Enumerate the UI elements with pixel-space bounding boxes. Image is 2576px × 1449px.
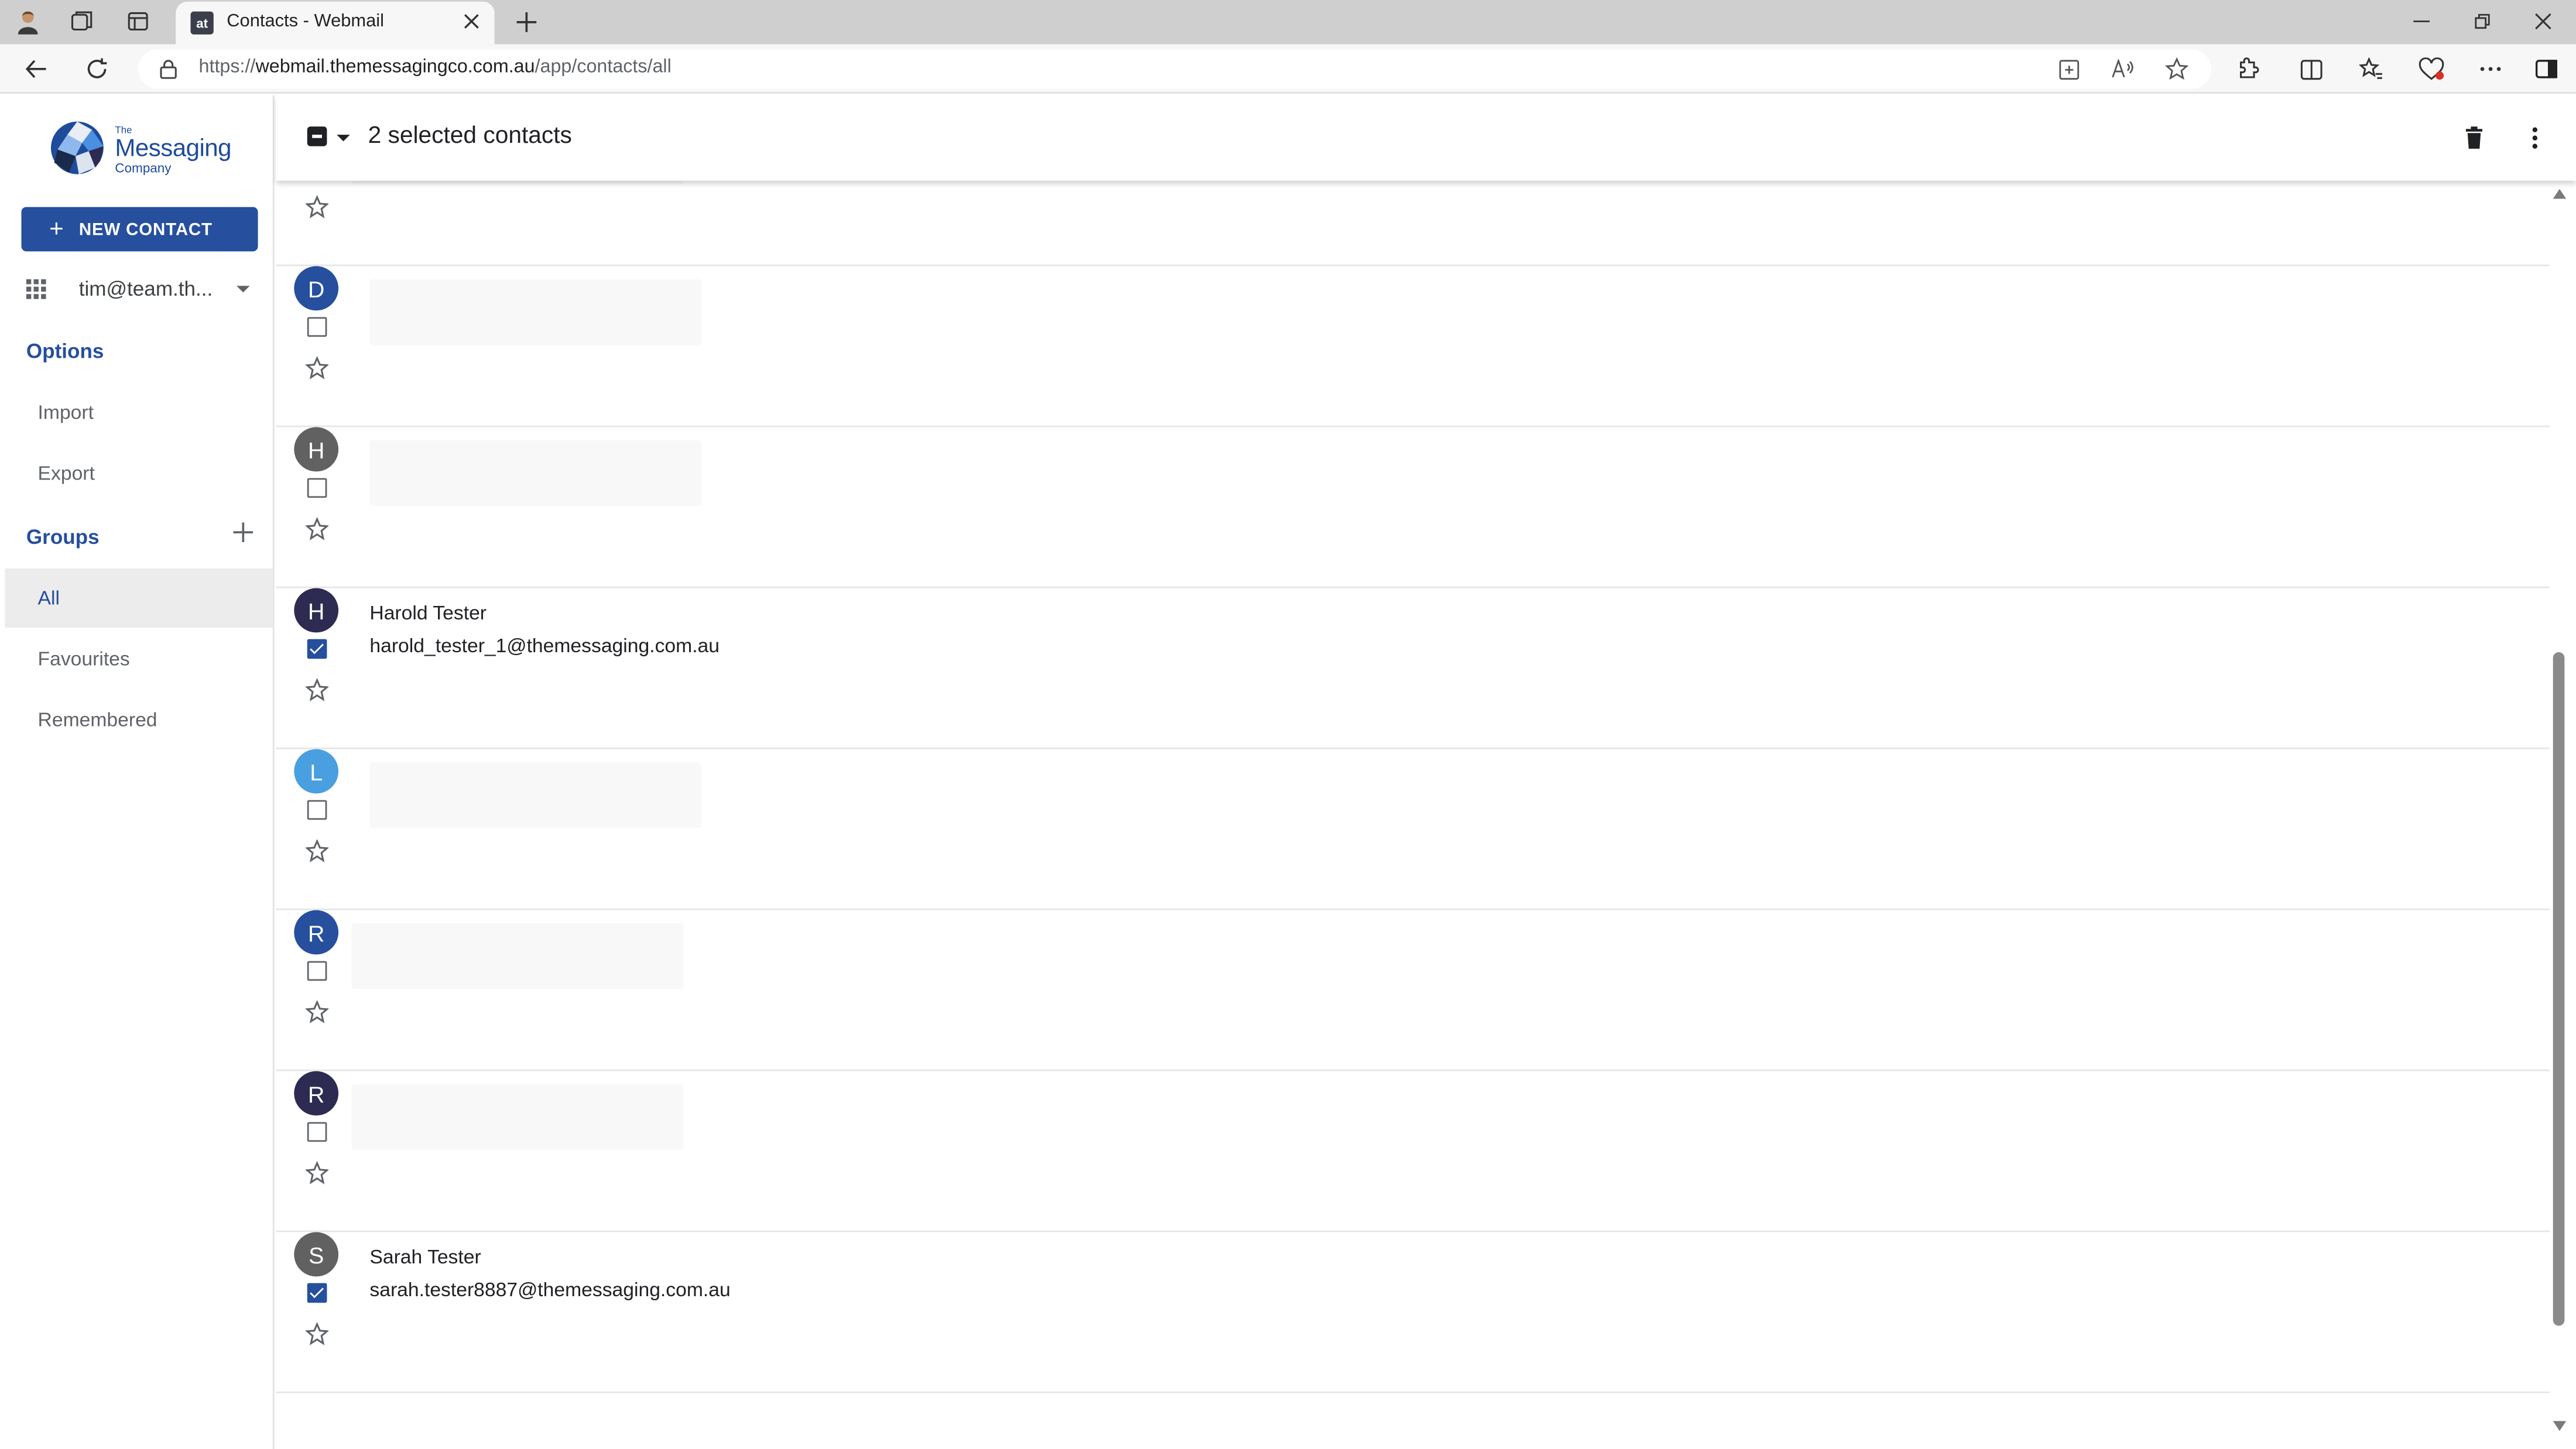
option-import-label: Import xyxy=(37,400,94,424)
url-field[interactable]: https://webmail.themessagingco.com.au/ap… xyxy=(138,49,2212,89)
option-export[interactable]: Export xyxy=(5,444,272,503)
scrollbar-thumb[interactable] xyxy=(2553,652,2565,1326)
contact-checkbox[interactable] xyxy=(307,639,327,659)
sidebar-toggle-icon[interactable] xyxy=(2530,53,2563,85)
select-all-checkbox[interactable] xyxy=(307,126,327,146)
profile-avatar-icon[interactable] xyxy=(12,6,44,36)
contact-avatar: S xyxy=(294,1232,339,1277)
group-favourites[interactable]: Favourites xyxy=(5,629,272,688)
option-export-label: Export xyxy=(37,461,95,485)
contact-checkbox[interactable] xyxy=(307,478,327,498)
url-host: webmail.themessagingco.com.au xyxy=(255,57,535,77)
contact-checkbox[interactable] xyxy=(307,1122,327,1142)
contact-details-placeholder xyxy=(369,762,702,828)
new-contact-label: NEW CONTACT xyxy=(78,219,213,239)
tab-title: Contacts - Webmail xyxy=(227,11,385,32)
contact-name: Sarah Tester xyxy=(369,1245,481,1269)
option-import[interactable]: Import xyxy=(5,383,272,442)
browser-address-bar: https://webmail.themessagingco.com.au/ap… xyxy=(0,44,2576,94)
contact-email: sarah.tester8887@themessaging.com.au xyxy=(369,1278,731,1301)
vertical-tabs-icon[interactable] xyxy=(122,6,155,36)
group-favourites-label: Favourites xyxy=(37,647,130,670)
logo-globe-icon xyxy=(50,121,104,174)
selection-count-text: 2 selected contacts xyxy=(368,123,572,150)
back-icon[interactable] xyxy=(18,51,54,87)
account-name: tim@team.th... xyxy=(78,278,213,301)
selection-toolbar: 2 selected contacts xyxy=(276,95,2576,181)
contact-checkbox[interactable] xyxy=(307,961,327,981)
extensions-icon[interactable] xyxy=(2231,53,2264,85)
scroll-up-arrow-icon[interactable] xyxy=(2551,187,2568,200)
app-available-icon[interactable] xyxy=(2052,53,2085,85)
close-window-icon[interactable] xyxy=(2519,5,2568,37)
contacts-main: 2 selected contacts ADHHHarold Testerhar… xyxy=(276,95,2576,1449)
account-switcher[interactable]: tim@team.th... xyxy=(25,269,255,309)
browser-essentials-icon[interactable] xyxy=(2415,53,2448,85)
url-prefix: https:// xyxy=(198,57,256,77)
favorite-star-icon[interactable] xyxy=(2160,53,2193,85)
contact-row[interactable]: S Sarah Tester sarah.tester8887@themessagi… xyxy=(276,1153,2550,1393)
group-remembered[interactable]: Remembered xyxy=(5,690,272,749)
more-vert-icon[interactable] xyxy=(2519,122,2551,155)
delete-icon[interactable] xyxy=(2458,122,2491,155)
company-logo[interactable]: The Messaging Company xyxy=(49,117,246,182)
new-contact-button[interactable]: + NEW CONTACT xyxy=(21,207,258,252)
contact-checkbox[interactable] xyxy=(307,800,327,820)
contact-list: ADHHHarold Testerharold_tester_1@themess… xyxy=(276,180,2550,1449)
sidebar: The Messaging Company + NEW CONTACT tim@… xyxy=(5,95,275,1449)
split-screen-icon[interactable] xyxy=(2295,53,2328,85)
contact-avatar: H xyxy=(294,427,339,472)
restore-icon[interactable] xyxy=(2458,5,2507,37)
tab-close-icon[interactable] xyxy=(458,8,485,35)
caret-down-icon[interactable] xyxy=(235,283,251,296)
tab-favicon-icon: at xyxy=(190,11,214,35)
group-remembered-label: Remembered xyxy=(37,708,157,731)
minimize-icon[interactable] xyxy=(2397,5,2446,37)
browser-tab-bar: at Contacts - Webmail xyxy=(0,0,2576,44)
contact-avatar: R xyxy=(294,1071,339,1116)
logo-text-main: Messaging xyxy=(115,135,231,163)
contact-details-placeholder xyxy=(351,180,684,184)
contact-checkbox[interactable] xyxy=(307,1283,327,1303)
contact-avatar: L xyxy=(294,749,339,794)
favorites-icon[interactable] xyxy=(2354,53,2387,85)
group-all[interactable]: All xyxy=(5,568,273,628)
contact-details-placeholder xyxy=(369,279,702,345)
contact-details-placeholder xyxy=(351,1084,684,1150)
new-tab-icon[interactable] xyxy=(509,6,542,36)
url-path: /app/contacts/all xyxy=(535,57,672,77)
logo-text-sub: Company xyxy=(115,160,172,176)
scroll-down-arrow-icon[interactable] xyxy=(2551,1419,2568,1432)
plus-icon: + xyxy=(49,215,64,244)
browser-tab[interactable]: at Contacts - Webmail xyxy=(176,1,495,44)
contact-name: Harold Tester xyxy=(369,601,487,625)
group-all-label: All xyxy=(37,586,60,610)
contact-checkbox[interactable] xyxy=(307,317,327,337)
screen-root: at Contacts - Webmail https://webmail.th… xyxy=(0,0,2576,1449)
select-menu-caret-icon[interactable] xyxy=(337,133,350,143)
groups-heading: Groups xyxy=(26,525,100,549)
contact-avatar: R xyxy=(294,910,339,955)
url-text: https://webmail.themessagingco.com.au/ap… xyxy=(199,57,672,77)
add-group-icon[interactable] xyxy=(232,521,255,544)
apps-grid-icon[interactable] xyxy=(25,278,47,300)
contact-details-placeholder xyxy=(351,923,684,989)
contact-details-placeholder xyxy=(369,440,702,506)
contact-avatar: D xyxy=(294,266,339,311)
contact-avatar: H xyxy=(294,588,339,633)
workspaces-icon[interactable] xyxy=(66,6,98,36)
lock-icon[interactable] xyxy=(156,57,179,80)
favorite-star-icon[interactable] xyxy=(305,1322,329,1345)
reload-icon[interactable] xyxy=(79,51,115,87)
options-heading: Options xyxy=(26,340,104,364)
row-divider xyxy=(276,1391,2550,1393)
contact-email: harold_tester_1@themessaging.com.au xyxy=(369,634,720,657)
read-aloud-icon[interactable] xyxy=(2106,53,2139,85)
more-options-icon[interactable] xyxy=(2474,53,2507,85)
